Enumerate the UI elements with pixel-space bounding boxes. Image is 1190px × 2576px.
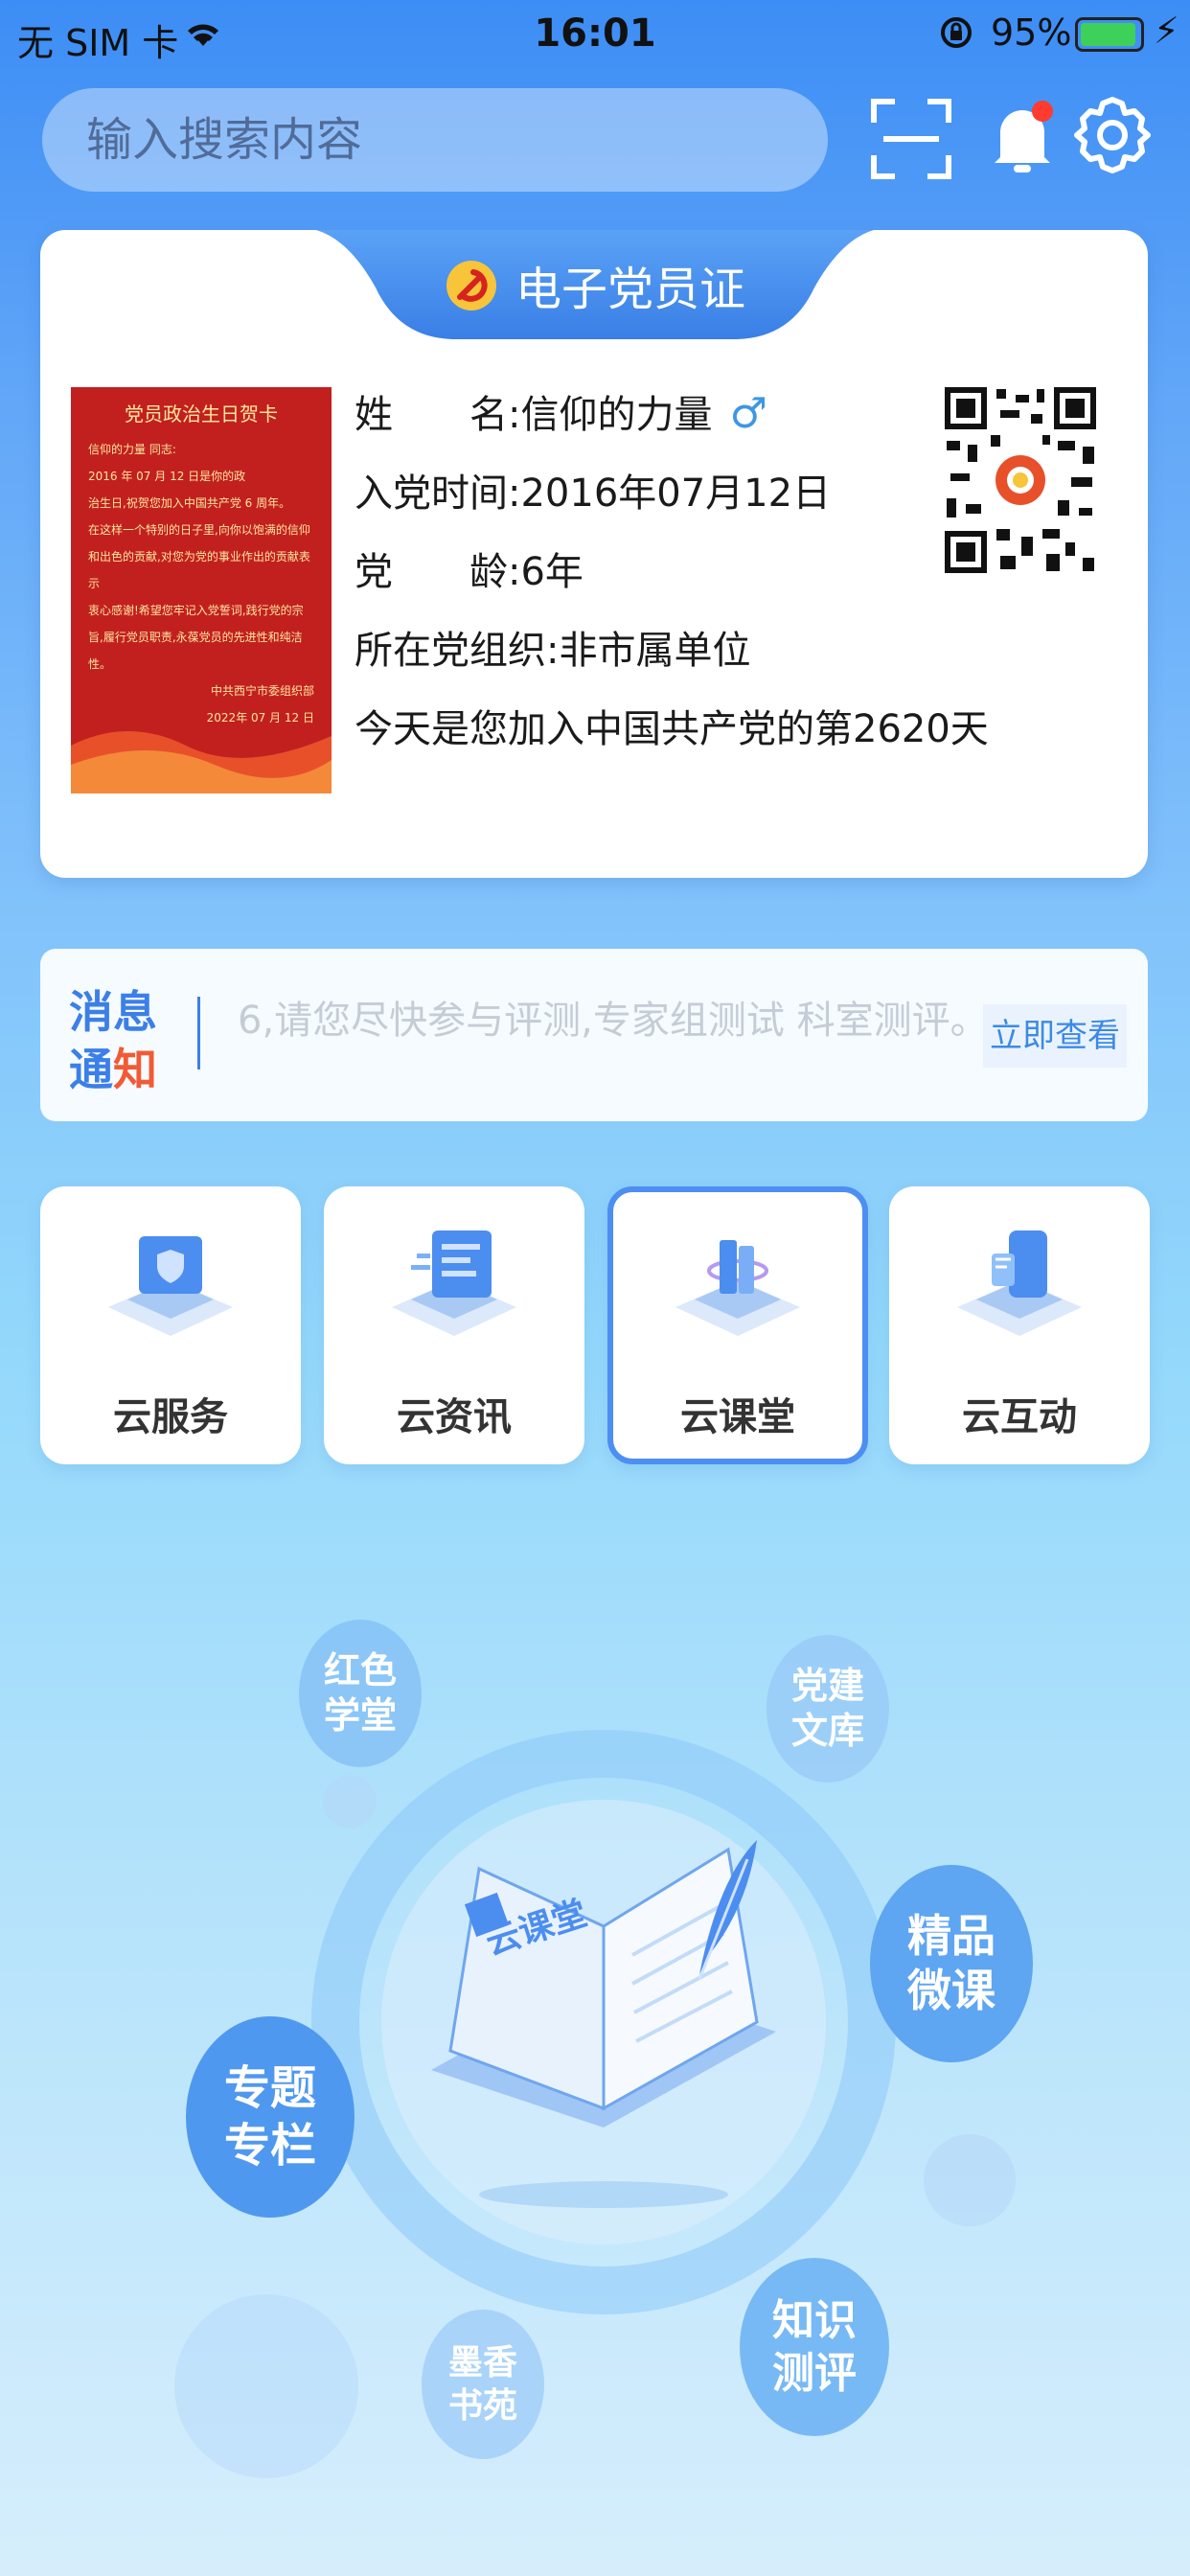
tile-label: 云互动 <box>962 1395 1077 1439</box>
card-title-text: 电子党员证 <box>515 263 745 316</box>
view-now-button[interactable]: 立即查看 <box>983 1004 1127 1068</box>
scan-icon[interactable] <box>868 96 954 182</box>
status-bar: 无 SIM 卡 16:01 95% ⚡ <box>0 0 1190 73</box>
orbit-item-ink-bookstore[interactable]: 墨香 书苑 <box>422 2310 544 2459</box>
party-emblem-icon <box>445 259 498 312</box>
cloud-news-icon <box>392 1230 516 1336</box>
search-input[interactable] <box>42 88 828 192</box>
notice-divider <box>197 997 200 1070</box>
cloud-interaction-icon <box>957 1230 1082 1336</box>
greeting-wave-decoration <box>71 731 332 794</box>
membership-days-text: 今天是您加入中国共产党的第2620天 <box>355 707 989 751</box>
member-name-row: 姓 名:信仰的力量 ♂ <box>355 389 767 438</box>
birthday-greeting-card-image[interactable]: 党员政治生日贺卡 信仰的力量 同志: 2016 年 07 月 12 日是你的政 … <box>71 387 332 794</box>
greeting-title: 党员政治生日贺卡 <box>125 402 278 426</box>
tile-label: 云服务 <box>113 1395 228 1439</box>
battery-icon <box>1075 17 1144 52</box>
orbit-item-red-school[interactable]: 红色 学堂 <box>299 1620 422 1767</box>
cloud-classroom-icon <box>675 1240 800 1336</box>
greeting-body: 信仰的力量 同志: 2016 年 07 月 12 日是你的政 治生日,祝贺您加入… <box>88 443 314 724</box>
book-illustration: 云课堂 <box>431 1840 776 2128</box>
cloud-service-icon <box>108 1236 233 1336</box>
party-age-row: 党 龄:6年 <box>355 550 584 594</box>
qr-code[interactable] <box>943 385 1098 575</box>
tile-cloud-interaction[interactable]: 云互动 <box>889 1186 1150 1464</box>
tile-cloud-service[interactable]: 云服务 <box>40 1186 301 1464</box>
tile-cloud-news[interactable]: 云资讯 <box>324 1186 584 1464</box>
join-date-row: 入党时间:2016年07月12日 <box>355 472 832 516</box>
orbit-item-party-library[interactable]: 党建 文库 <box>767 1635 889 1782</box>
rotation-lock-icon <box>937 13 975 60</box>
charging-icon: ⚡ <box>1154 10 1179 52</box>
battery-percent: 95% <box>991 12 1072 54</box>
notice-label-top: 消息 <box>69 986 157 1038</box>
orbit-item-special-column[interactable]: 专题 专栏 <box>186 2016 355 2218</box>
notice-message[interactable]: 6,请您尽快参与评测,专家组测试 科室测评。 <box>238 989 989 1045</box>
organization-row: 所在党组织:非市属单位 <box>355 629 751 673</box>
card-title: 电子党员证 <box>316 251 874 318</box>
orbit-item-knowledge-test[interactable]: 知识 测评 <box>740 2258 889 2436</box>
settings-gear-icon[interactable] <box>1069 92 1156 178</box>
search-bar[interactable] <box>42 88 828 192</box>
orbit-item-premium-microcourse[interactable]: 精品 微课 <box>870 1865 1033 2062</box>
tile-cloud-classroom[interactable]: 云课堂 <box>607 1186 868 1464</box>
tile-label: 云资讯 <box>397 1395 512 1439</box>
notice-label-bottom: 通知 <box>69 1044 157 1095</box>
notification-bell-icon[interactable] <box>979 94 1065 180</box>
tile-label: 云课堂 <box>680 1395 795 1439</box>
male-gender-icon: ♂ <box>729 389 767 438</box>
